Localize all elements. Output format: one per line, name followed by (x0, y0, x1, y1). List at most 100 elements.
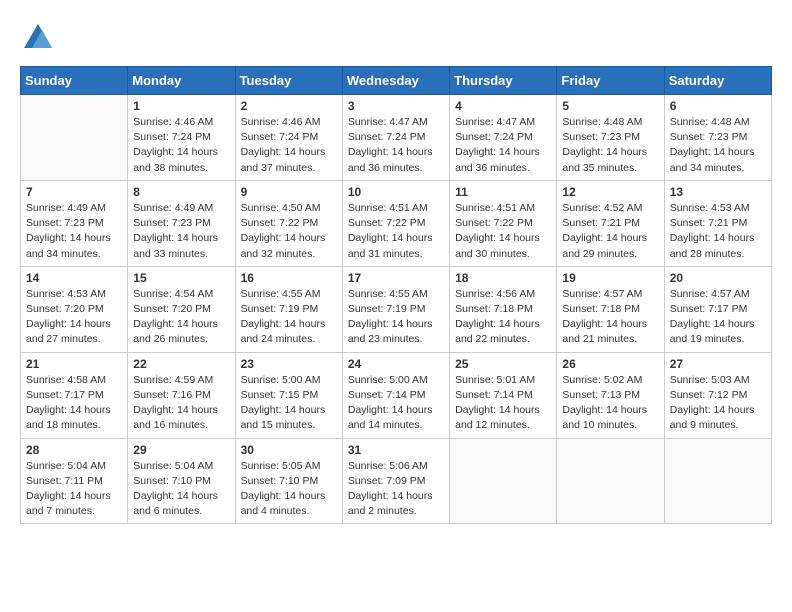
week-row-4: 21 Sunrise: 4:58 AMSunset: 7:17 PMDayligh… (21, 352, 772, 438)
day-number: 20 (670, 271, 766, 285)
calendar-cell: 27Sunrise: 5:03 AMSunset: 7:12 PMDayligh… (664, 352, 771, 438)
calendar-cell: 21 Sunrise: 4:58 AMSunset: 7:17 PMDayligh… (21, 352, 128, 438)
cell-info: Sunrise: 4:51 AMSunset: 7:22 PMDaylight:… (348, 201, 444, 262)
logo (20, 20, 60, 56)
cell-info: Sunrise: 4:47 AMSunset: 7:24 PMDaylight:… (455, 115, 551, 176)
cell-info: Sunrise: 4:53 AMSunset: 7:21 PMDaylight:… (670, 201, 766, 262)
header-day-tuesday: Tuesday (235, 67, 342, 95)
cell-info: Sunrise: 4:53 AMSunset: 7:20 PMDaylight:… (26, 287, 122, 348)
calendar-body: 1 Sunrise: 4:46 AMSunset: 7:24 PMDaylight… (21, 95, 772, 524)
calendar-cell: 16 Sunrise: 4:55 AMSunset: 7:19 PMDayligh… (235, 266, 342, 352)
day-number: 10 (348, 185, 444, 199)
calendar-cell: 17 Sunrise: 4:55 AMSunset: 7:19 PMDayligh… (342, 266, 449, 352)
calendar-cell: 5 Sunrise: 4:48 AMSunset: 7:23 PMDaylight… (557, 95, 664, 181)
cell-info: Sunrise: 5:05 AMSunset: 7:10 PMDaylight:… (241, 459, 337, 520)
calendar-cell (450, 438, 557, 524)
day-number: 14 (26, 271, 122, 285)
week-row-3: 14 Sunrise: 4:53 AMSunset: 7:20 PMDayligh… (21, 266, 772, 352)
calendar-cell: 15Sunrise: 4:54 AMSunset: 7:20 PMDayligh… (128, 266, 235, 352)
day-number: 12 (562, 185, 658, 199)
header-day-thursday: Thursday (450, 67, 557, 95)
cell-info: Sunrise: 4:56 AMSunset: 7:18 PMDaylight:… (455, 287, 551, 348)
day-number: 6 (670, 99, 766, 113)
calendar-cell: 14 Sunrise: 4:53 AMSunset: 7:20 PMDayligh… (21, 266, 128, 352)
day-number: 1 (133, 99, 229, 113)
cell-info: Sunrise: 5:06 AMSunset: 7:09 PMDaylight:… (348, 459, 444, 520)
header-day-saturday: Saturday (664, 67, 771, 95)
week-row-2: 7 Sunrise: 4:49 AMSunset: 7:23 PMDaylight… (21, 180, 772, 266)
cell-info: Sunrise: 4:52 AMSunset: 7:21 PMDaylight:… (562, 201, 658, 262)
cell-info: Sunrise: 4:48 AMSunset: 7:23 PMDaylight:… (670, 115, 766, 176)
calendar-cell (664, 438, 771, 524)
calendar-cell: 23Sunrise: 5:00 AMSunset: 7:15 PMDayligh… (235, 352, 342, 438)
calendar-cell: 6 Sunrise: 4:48 AMSunset: 7:23 PMDaylight… (664, 95, 771, 181)
calendar-cell: 26 Sunrise: 5:02 AMSunset: 7:13 PMDayligh… (557, 352, 664, 438)
logo-icon (20, 20, 56, 56)
calendar-cell: 8Sunrise: 4:49 AMSunset: 7:23 PMDaylight… (128, 180, 235, 266)
day-number: 24 (348, 357, 444, 371)
week-row-5: 28 Sunrise: 5:04 AMSunset: 7:11 PMDayligh… (21, 438, 772, 524)
day-number: 19 (562, 271, 658, 285)
day-number: 29 (133, 443, 229, 457)
calendar-cell: 29 Sunrise: 5:04 AMSunset: 7:10 PMDayligh… (128, 438, 235, 524)
calendar-cell: 9Sunrise: 4:50 AMSunset: 7:22 PMDaylight… (235, 180, 342, 266)
day-number: 16 (241, 271, 337, 285)
cell-info: Sunrise: 4:47 AMSunset: 7:24 PMDaylight:… (348, 115, 444, 176)
day-number: 7 (26, 185, 122, 199)
calendar-cell: 24Sunrise: 5:00 AMSunset: 7:14 PMDayligh… (342, 352, 449, 438)
calendar-cell: 1 Sunrise: 4:46 AMSunset: 7:24 PMDaylight… (128, 95, 235, 181)
day-number: 3 (348, 99, 444, 113)
header-row: SundayMondayTuesdayWednesdayThursdayFrid… (21, 67, 772, 95)
calendar-cell: 20 Sunrise: 4:57 AMSunset: 7:17 PMDayligh… (664, 266, 771, 352)
day-number: 28 (26, 443, 122, 457)
week-row-1: 1 Sunrise: 4:46 AMSunset: 7:24 PMDaylight… (21, 95, 772, 181)
calendar: SundayMondayTuesdayWednesdayThursdayFrid… (20, 66, 772, 524)
day-number: 18 (455, 271, 551, 285)
cell-info: Sunrise: 5:04 AMSunset: 7:11 PMDaylight:… (26, 459, 122, 520)
cell-info: Sunrise: 4:55 AMSunset: 7:19 PMDaylight:… (348, 287, 444, 348)
cell-info: Sunrise: 4:59 AMSunset: 7:16 PMDaylight:… (133, 373, 229, 434)
day-number: 21 (26, 357, 122, 371)
cell-info: Sunrise: 4:57 AMSunset: 7:17 PMDaylight:… (670, 287, 766, 348)
cell-info: Sunrise: 4:58 AMSunset: 7:17 PMDaylight:… (26, 373, 122, 434)
cell-info: Sunrise: 4:51 AMSunset: 7:22 PMDaylight:… (455, 201, 551, 262)
calendar-cell: 12 Sunrise: 4:52 AMSunset: 7:21 PMDayligh… (557, 180, 664, 266)
cell-info: Sunrise: 4:57 AMSunset: 7:18 PMDaylight:… (562, 287, 658, 348)
calendar-cell: 25Sunrise: 5:01 AMSunset: 7:14 PMDayligh… (450, 352, 557, 438)
calendar-cell: 10 Sunrise: 4:51 AMSunset: 7:22 PMDayligh… (342, 180, 449, 266)
cell-info: Sunrise: 5:04 AMSunset: 7:10 PMDaylight:… (133, 459, 229, 520)
header-day-friday: Friday (557, 67, 664, 95)
day-number: 30 (241, 443, 337, 457)
day-number: 5 (562, 99, 658, 113)
calendar-cell: 19 Sunrise: 4:57 AMSunset: 7:18 PMDayligh… (557, 266, 664, 352)
header-day-monday: Monday (128, 67, 235, 95)
calendar-cell: 3 Sunrise: 4:47 AMSunset: 7:24 PMDaylight… (342, 95, 449, 181)
cell-info: Sunrise: 5:02 AMSunset: 7:13 PMDaylight:… (562, 373, 658, 434)
cell-info: Sunrise: 4:55 AMSunset: 7:19 PMDaylight:… (241, 287, 337, 348)
calendar-cell (21, 95, 128, 181)
day-number: 4 (455, 99, 551, 113)
cell-info: Sunrise: 4:46 AMSunset: 7:24 PMDaylight:… (241, 115, 337, 176)
calendar-cell: 30 Sunrise: 5:05 AMSunset: 7:10 PMDayligh… (235, 438, 342, 524)
cell-info: Sunrise: 4:46 AMSunset: 7:24 PMDaylight:… (133, 115, 229, 176)
day-number: 26 (562, 357, 658, 371)
day-number: 23 (241, 357, 337, 371)
cell-info: Sunrise: 4:50 AMSunset: 7:22 PMDaylight:… (241, 201, 337, 262)
day-number: 2 (241, 99, 337, 113)
cell-info: Sunrise: 5:03 AMSunset: 7:12 PMDaylight:… (670, 373, 766, 434)
day-number: 11 (455, 185, 551, 199)
calendar-cell: 18 Sunrise: 4:56 AMSunset: 7:18 PMDayligh… (450, 266, 557, 352)
cell-info: Sunrise: 4:49 AMSunset: 7:23 PMDaylight:… (26, 201, 122, 262)
calendar-cell: 7 Sunrise: 4:49 AMSunset: 7:23 PMDaylight… (21, 180, 128, 266)
calendar-cell: 2 Sunrise: 4:46 AMSunset: 7:24 PMDaylight… (235, 95, 342, 181)
cell-info: Sunrise: 4:48 AMSunset: 7:23 PMDaylight:… (562, 115, 658, 176)
day-number: 22 (133, 357, 229, 371)
day-number: 15 (133, 271, 229, 285)
header-day-wednesday: Wednesday (342, 67, 449, 95)
day-number: 25 (455, 357, 551, 371)
header-day-sunday: Sunday (21, 67, 128, 95)
calendar-cell: 11 Sunrise: 4:51 AMSunset: 7:22 PMDayligh… (450, 180, 557, 266)
calendar-cell (557, 438, 664, 524)
day-number: 17 (348, 271, 444, 285)
day-number: 31 (348, 443, 444, 457)
